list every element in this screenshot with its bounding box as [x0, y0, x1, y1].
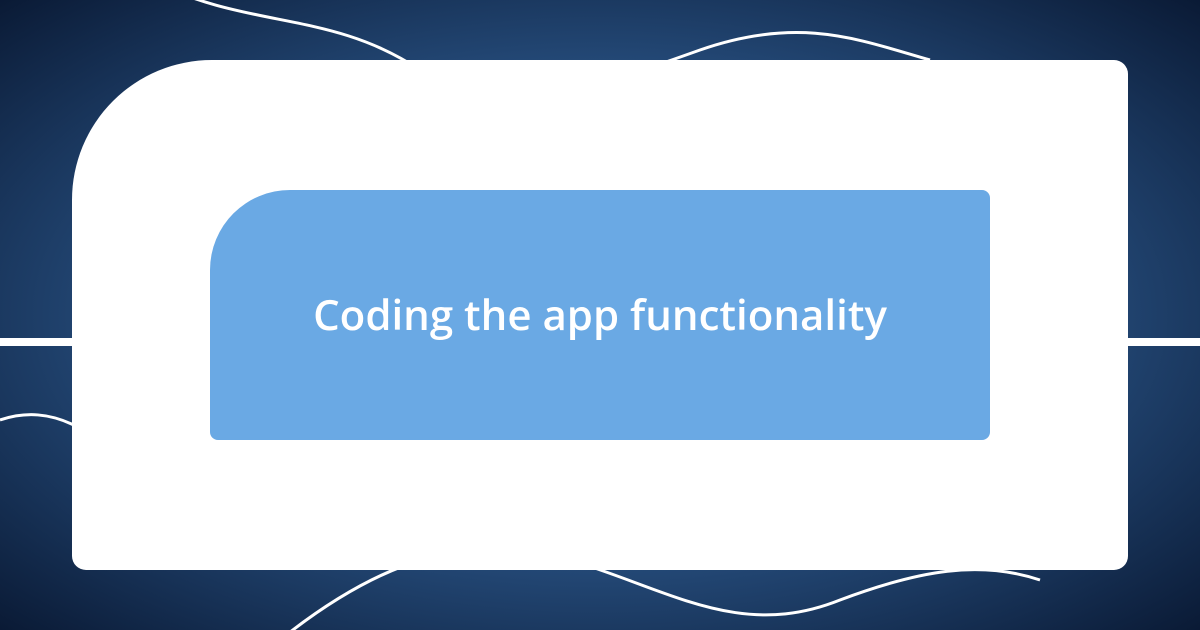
card-title: Coding the app functionality — [253, 288, 947, 343]
inner-blue-card: Coding the app functionality — [210, 190, 990, 440]
